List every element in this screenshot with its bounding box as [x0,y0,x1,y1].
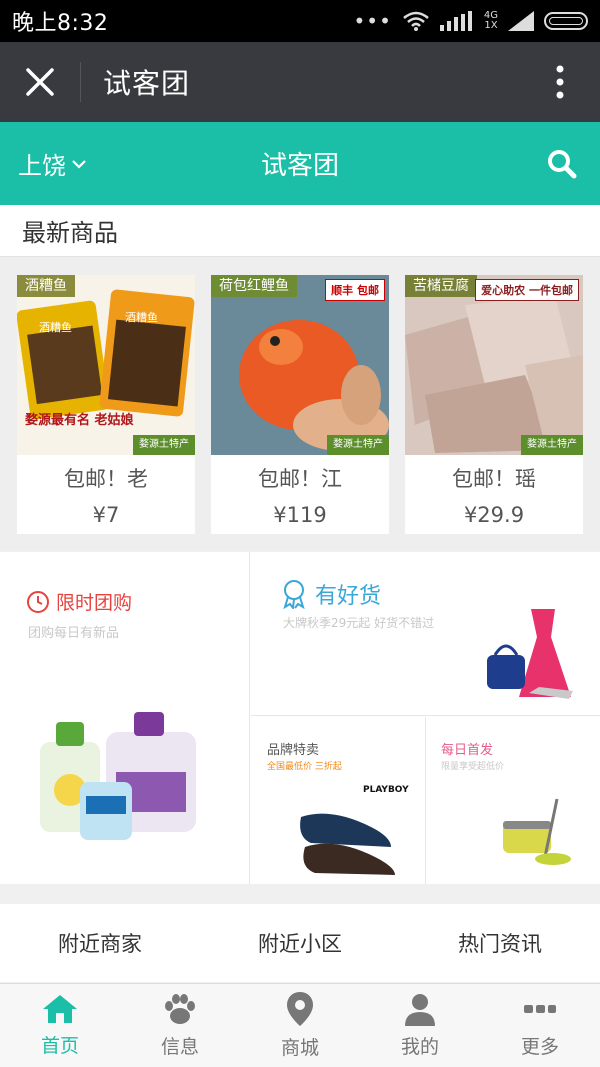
close-button[interactable] [0,42,80,122]
product-name: 包邮！瑶 [452,467,536,491]
status-bar: 晚上8:32 ••• 4G 1X [0,0,600,42]
product-image: 酒糟鱼 酒糟鱼 酒糟鱼 婺源最有名 老姑娘 婺源土特产 [17,275,195,455]
tab-label: 商城 [280,1037,319,1059]
product-list: 酒糟鱼 酒糟鱼 酒糟鱼 婺源最有名 老姑娘 婺源土特产 包邮！老 ¥7 荷包红鲤… [0,257,600,550]
tab-mall[interactable]: 商城 [240,984,360,1067]
user-icon [405,994,435,1026]
svg-text:酒糟鱼: 酒糟鱼 [39,320,72,334]
notification-dots-icon: ••• [353,9,392,33]
daily-launch-card[interactable]: 每日首发 限量享受超低价 [427,717,600,884]
quick-links: 附近商家 附近小区 热门资讯 [0,904,600,982]
link-hot-news[interactable]: 热门资讯 [400,904,600,982]
tab-label: 首页 [40,1035,79,1057]
bottom-tab-bar: 首页 信息 商城 我的 更多 [0,983,600,1067]
shoes-image [300,813,395,875]
tofu-image [405,275,583,455]
playboy-logo: PLAYBOY [363,785,409,795]
daily-launch-subtitle: 限量享受超低价 [441,762,505,772]
wifi-icon [403,11,429,31]
flash-sale-label: 限时团购 [56,592,133,614]
title-divider [80,62,81,102]
flash-sale-title: 限时团购 [26,588,132,615]
svg-text:酒糟鱼: 酒糟鱼 [125,310,158,324]
product-caption: 婺源最有名 老姑娘 [25,413,134,428]
city-selector[interactable]: 上饶 [18,146,86,181]
good-goods-title: 有好货 [281,578,381,610]
page-title: 试客团 [260,151,339,181]
battery-icon [544,12,588,30]
promo-grid: 限时团购 团购每日有新品 有好货 大牌秋季29元起 好货不错过 品牌特卖 全国最… [0,552,600,884]
tab-label: 信息 [160,1036,199,1058]
status-time: 晚上8:32 [12,11,109,36]
flash-sale-subtitle: 团购每日有新品 [28,626,120,641]
product-price: ¥29.9 [463,503,525,527]
more-dots-icon [524,1005,556,1013]
tab-label: 更多 [520,1036,559,1058]
app-header: 上饶 试客团 [0,122,600,205]
good-goods-subtitle: 大牌秋季29元起 好货不错过 [283,616,435,630]
tab-mine[interactable]: 我的 [360,984,480,1067]
chevron-down-icon [72,159,86,169]
product-price: ¥7 [92,503,120,527]
dress-bag-image [487,609,573,699]
product-origin-label: 婺源土特产 [521,435,583,455]
product-card[interactable]: 苦槠豆腐 爱心助农 一件包邮 婺源土特产 包邮！瑶 ¥29.9 [405,275,583,534]
network-1x: 1X [484,20,498,31]
close-icon [26,68,54,96]
good-goods-card[interactable]: 有好货 大牌秋季29元起 好货不错过 [251,552,600,716]
paw-icon [165,994,195,1024]
webview-title-bar: 试客团 [0,42,600,122]
status-indicators: ••• 4G 1X [353,9,588,33]
link-nearby-merchants[interactable]: 附近商家 [0,904,200,982]
search-button[interactable] [542,144,582,184]
brand-sale-card[interactable]: 品牌特卖 全国最低价 三折起 PLAYBOY [251,717,426,884]
brand-sale-subtitle: 全国最低价 三折起 [267,762,342,772]
tab-label: 我的 [400,1036,439,1058]
fish-package-image: 酒糟鱼 酒糟鱼 [17,275,195,455]
tab-home[interactable]: 首页 [0,984,120,1067]
product-origin-label: 婺源土特产 [133,435,195,455]
mop-bucket-image [503,798,571,865]
daily-launch-title: 每日首发 [441,743,494,758]
product-image: 荷包红鲤鱼 顺丰 包邮 婺源土特产 [211,275,389,455]
tab-info[interactable]: 信息 [120,984,240,1067]
product-name: 包邮！江 [258,467,342,491]
signal-dotted-icon [439,11,472,31]
product-tag: 酒糟鱼 [17,275,75,297]
good-goods-label: 有好货 [315,584,382,609]
home-icon [43,995,77,1023]
webview-title: 试客团 [103,67,191,100]
detergent-image [40,712,196,840]
search-icon [548,149,577,178]
network-type: 4G 1X [484,11,498,31]
section-title-latest: 最新商品 [0,205,600,257]
carp-image [211,275,389,455]
city-label: 上饶 [18,152,66,180]
tab-more[interactable]: 更多 [480,984,600,1067]
product-card[interactable]: 荷包红鲤鱼 顺丰 包邮 婺源土特产 包邮！江 ¥119 [211,275,389,534]
product-image: 苦槠豆腐 爱心助农 一件包邮 婺源土特产 [405,275,583,455]
promo-badge: 爱心助农 一件包邮 [475,279,579,301]
product-origin-label: 婺源土特产 [327,435,389,455]
clock-icon [27,590,49,613]
link-nearby-communities[interactable]: 附近小区 [200,904,400,982]
product-price: ¥119 [273,503,327,527]
flash-sale-card[interactable]: 限时团购 团购每日有新品 [0,552,250,884]
product-tag: 苦槠豆腐 [405,275,477,297]
overflow-menu-button[interactable] [520,42,600,122]
vertical-dots-icon [556,65,564,99]
shipping-badge: 顺丰 包邮 [325,279,385,301]
brand-sale-title: 品牌特卖 [267,743,320,758]
product-name: 包邮！老 [64,467,148,491]
product-tag: 荷包红鲤鱼 [211,275,297,297]
signal-icon [508,11,534,31]
award-ribbon-icon [283,580,305,609]
product-card[interactable]: 酒糟鱼 酒糟鱼 酒糟鱼 婺源最有名 老姑娘 婺源土特产 包邮！老 ¥7 [17,275,195,534]
location-pin-icon [287,992,313,1026]
